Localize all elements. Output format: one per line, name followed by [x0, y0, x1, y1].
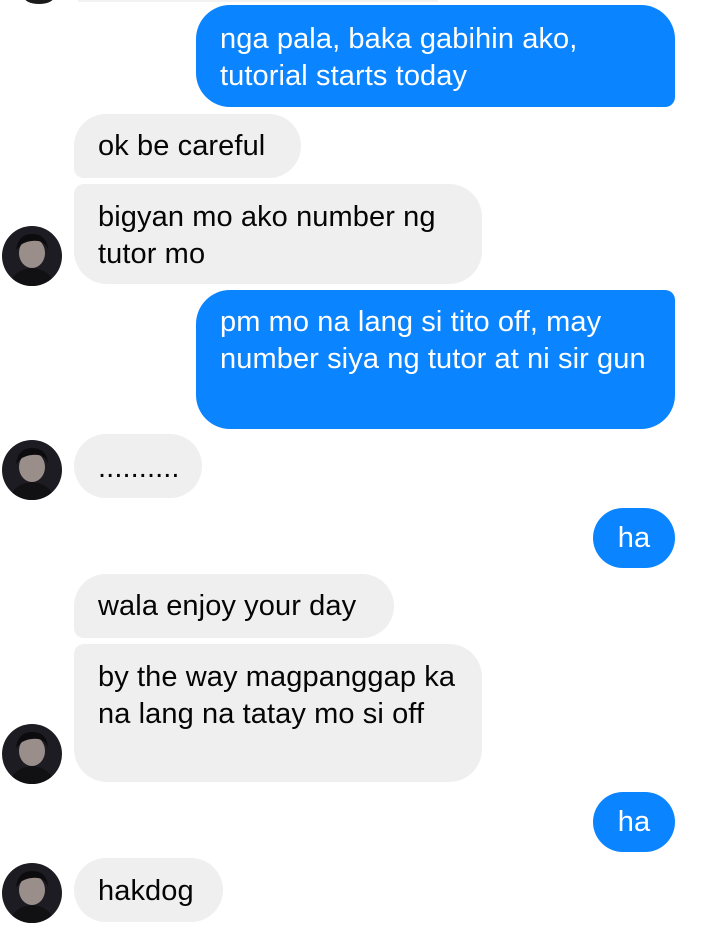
- message-text: ha: [617, 522, 651, 554]
- message-text: ..........: [98, 452, 180, 484]
- incoming-message-bubble[interactable]: ..........: [74, 434, 202, 498]
- incoming-message-bubble[interactable]: bigyan mo ako number ng tutor mo: [74, 184, 482, 284]
- contact-avatar-icon[interactable]: [2, 863, 62, 923]
- message-text: hakdog: [98, 875, 194, 907]
- incoming-message-bubble[interactable]: wala enjoy your day: [74, 574, 394, 638]
- outgoing-message-bubble[interactable]: nga pala, baka gabihin ako, tutorial sta…: [196, 5, 675, 107]
- contact-avatar-icon[interactable]: [2, 226, 62, 286]
- outgoing-message-bubble[interactable]: ha: [593, 792, 675, 852]
- contact-avatar-icon[interactable]: [2, 724, 62, 784]
- outgoing-message-bubble[interactable]: pm mo na lang si tito off, may number si…: [196, 290, 675, 429]
- contact-avatar-icon[interactable]: [2, 440, 62, 500]
- message-text: nga pala, baka gabihin ako, tutorial sta…: [220, 23, 578, 92]
- incoming-message-bubble[interactable]: hakdog: [74, 858, 223, 922]
- message-text: ha: [617, 806, 651, 838]
- message-text: pm mo na lang si tito off, may number si…: [220, 306, 646, 375]
- incoming-message-bubble[interactable]: by the way magpanggap ka na lang na tata…: [74, 644, 482, 782]
- previous-avatar-edge: [24, 0, 54, 4]
- message-text: ok be careful: [98, 130, 266, 162]
- incoming-message-bubble[interactable]: ok be careful: [74, 114, 301, 178]
- message-thread: nga pala, baka gabihin ako, tutorial sta…: [0, 0, 720, 936]
- previous-message-edge: [78, 0, 438, 2]
- outgoing-message-bubble[interactable]: ha: [593, 508, 675, 568]
- message-text: wala enjoy your day: [98, 590, 357, 622]
- message-text: bigyan mo ako number ng tutor mo: [98, 201, 436, 270]
- message-text: by the way magpanggap ka na lang na tata…: [98, 661, 456, 730]
